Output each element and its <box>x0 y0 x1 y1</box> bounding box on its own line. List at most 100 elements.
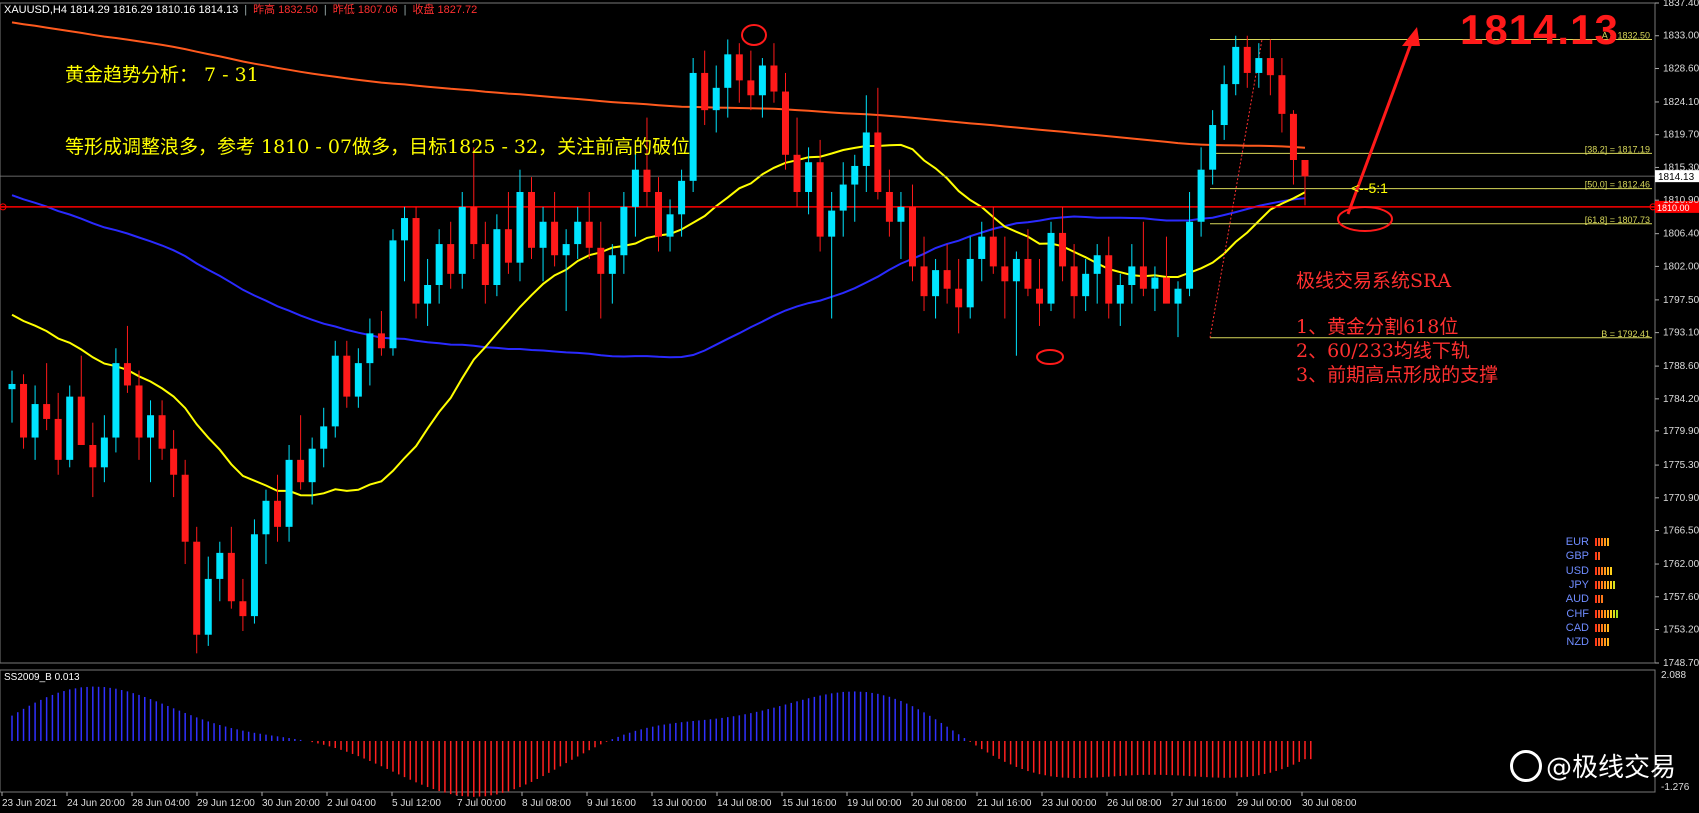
candle-body <box>1047 232 1055 304</box>
x-tick-label: 23 Jul 00:00 <box>1042 798 1097 809</box>
candle-body <box>1001 266 1009 282</box>
currency-strength-bar <box>1595 593 1604 605</box>
y-tick-label: 1828.60 <box>1663 63 1699 74</box>
candle-body <box>793 154 801 192</box>
x-tick-label: 9 Jul 16:00 <box>587 798 636 809</box>
candle-body <box>401 218 409 241</box>
candle-body <box>966 258 974 308</box>
y-tick-label: 1819.70 <box>1663 130 1699 141</box>
strength-tick <box>1595 609 1597 618</box>
fib-label: B = 1792.41 <box>1601 329 1650 339</box>
strength-tick <box>1601 538 1603 547</box>
candle-body <box>1082 273 1090 297</box>
candle-body <box>135 385 143 438</box>
currency-name: JPY <box>1568 578 1589 591</box>
candle-body <box>181 474 189 542</box>
currency-name: AUD <box>1565 593 1589 606</box>
analysis-plan: 等形成调整浪多，参考 1810 - 07做多，目标1825 - 32，关注前高的… <box>65 136 691 158</box>
analysis-title: 黄金趋势分析： 7 - 31 <box>65 64 259 86</box>
candle-body <box>1243 46 1251 73</box>
candle-body <box>20 383 28 438</box>
chart-header: XAUUSD,H4 1814.29 1816.29 1810.16 1814.1… <box>4 4 478 16</box>
candle-body <box>54 418 62 460</box>
candle-body <box>193 541 201 635</box>
candle-body <box>712 87 720 111</box>
currency-row: JPY <box>1555 579 1616 591</box>
watermark-text: @极线交易 <box>1546 753 1677 783</box>
candle-body <box>1209 125 1217 170</box>
candle-body <box>123 363 131 386</box>
currency-name: CAD <box>1565 621 1589 634</box>
currency-row: EUR <box>1555 536 1610 548</box>
strength-tick <box>1601 581 1603 590</box>
prev-close: 收盘 1827.72 <box>412 4 478 16</box>
strength-tick <box>1607 638 1609 647</box>
currency-name: CHF <box>1566 607 1589 620</box>
candle-body <box>1255 58 1263 73</box>
candle-body <box>943 270 951 289</box>
strength-tick <box>1598 623 1600 632</box>
candle-body <box>412 218 420 304</box>
point-3: 3、前期高点形成的支撑 <box>1296 364 1499 386</box>
ratio-label: <--5:1 <box>1351 180 1388 196</box>
high-marker-circle <box>741 24 767 46</box>
candle-body <box>862 132 870 166</box>
candle-body <box>655 191 662 237</box>
candle-body <box>955 288 963 308</box>
candle-body <box>689 72 697 181</box>
y-tick-label: 1748.70 <box>1663 658 1699 669</box>
x-tick-label: 19 Jul 00:00 <box>847 798 902 809</box>
candle-body <box>1116 285 1124 304</box>
candle-body <box>366 333 374 364</box>
candle-body <box>1174 288 1182 304</box>
candle-body <box>562 244 570 256</box>
strength-tick <box>1595 623 1597 632</box>
x-tick-label: 27 Jul 16:00 <box>1172 798 1227 809</box>
strength-tick <box>1598 552 1600 561</box>
symbol-info: XAUUSD,H4 1814.29 1816.29 1810.16 1814.1… <box>4 4 239 16</box>
strength-tick <box>1598 538 1600 547</box>
y-tick-label: 1806.40 <box>1663 229 1699 240</box>
candle-body <box>828 210 836 237</box>
candle-body <box>920 266 928 297</box>
candle-body <box>678 180 686 215</box>
strength-tick <box>1595 638 1597 647</box>
x-tick-label: 30 Jun 20:00 <box>262 798 320 809</box>
candle-body <box>1035 288 1043 304</box>
prev-high: 昨高 1832.50 <box>253 4 318 16</box>
y-tick-label: 1833.00 <box>1663 31 1699 42</box>
candle-body <box>1139 266 1147 289</box>
candle-body <box>528 191 536 248</box>
price-chart[interactable]: 1810.00A = 1832.50[38.2] = 1817.19[50.0]… <box>0 0 1699 813</box>
currency-strength-bar <box>1595 550 1601 562</box>
strength-tick <box>1616 609 1618 618</box>
strength-tick <box>1601 638 1603 647</box>
strength-tick <box>1595 581 1597 590</box>
strength-tick <box>1607 623 1609 632</box>
strength-tick <box>1601 609 1603 618</box>
candle-body <box>874 132 882 192</box>
y-tick-label: 1784.20 <box>1663 394 1699 405</box>
candle-body <box>470 206 478 245</box>
candle-body <box>908 206 916 267</box>
candle-body <box>1197 169 1205 222</box>
prev-low: 昨低 1807.06 <box>332 4 398 16</box>
y-tick-label: 1753.20 <box>1663 625 1699 636</box>
candle-body <box>1289 113 1297 161</box>
strength-tick <box>1607 538 1609 547</box>
candle-body <box>77 396 85 445</box>
strength-tick <box>1604 538 1606 547</box>
low-marker-circle <box>1036 349 1064 365</box>
strength-tick <box>1604 623 1606 632</box>
candle-body <box>539 221 547 248</box>
strength-tick <box>1604 609 1606 618</box>
candle-body <box>1070 266 1078 297</box>
x-tick-label: 14 Jul 08:00 <box>717 798 772 809</box>
strength-tick <box>1604 581 1606 590</box>
candle-body <box>885 191 893 222</box>
candle-body <box>89 444 97 468</box>
currency-row: AUD <box>1555 593 1604 605</box>
candle-body <box>354 363 362 397</box>
candle-body <box>1278 75 1286 114</box>
strength-tick <box>1595 538 1597 547</box>
